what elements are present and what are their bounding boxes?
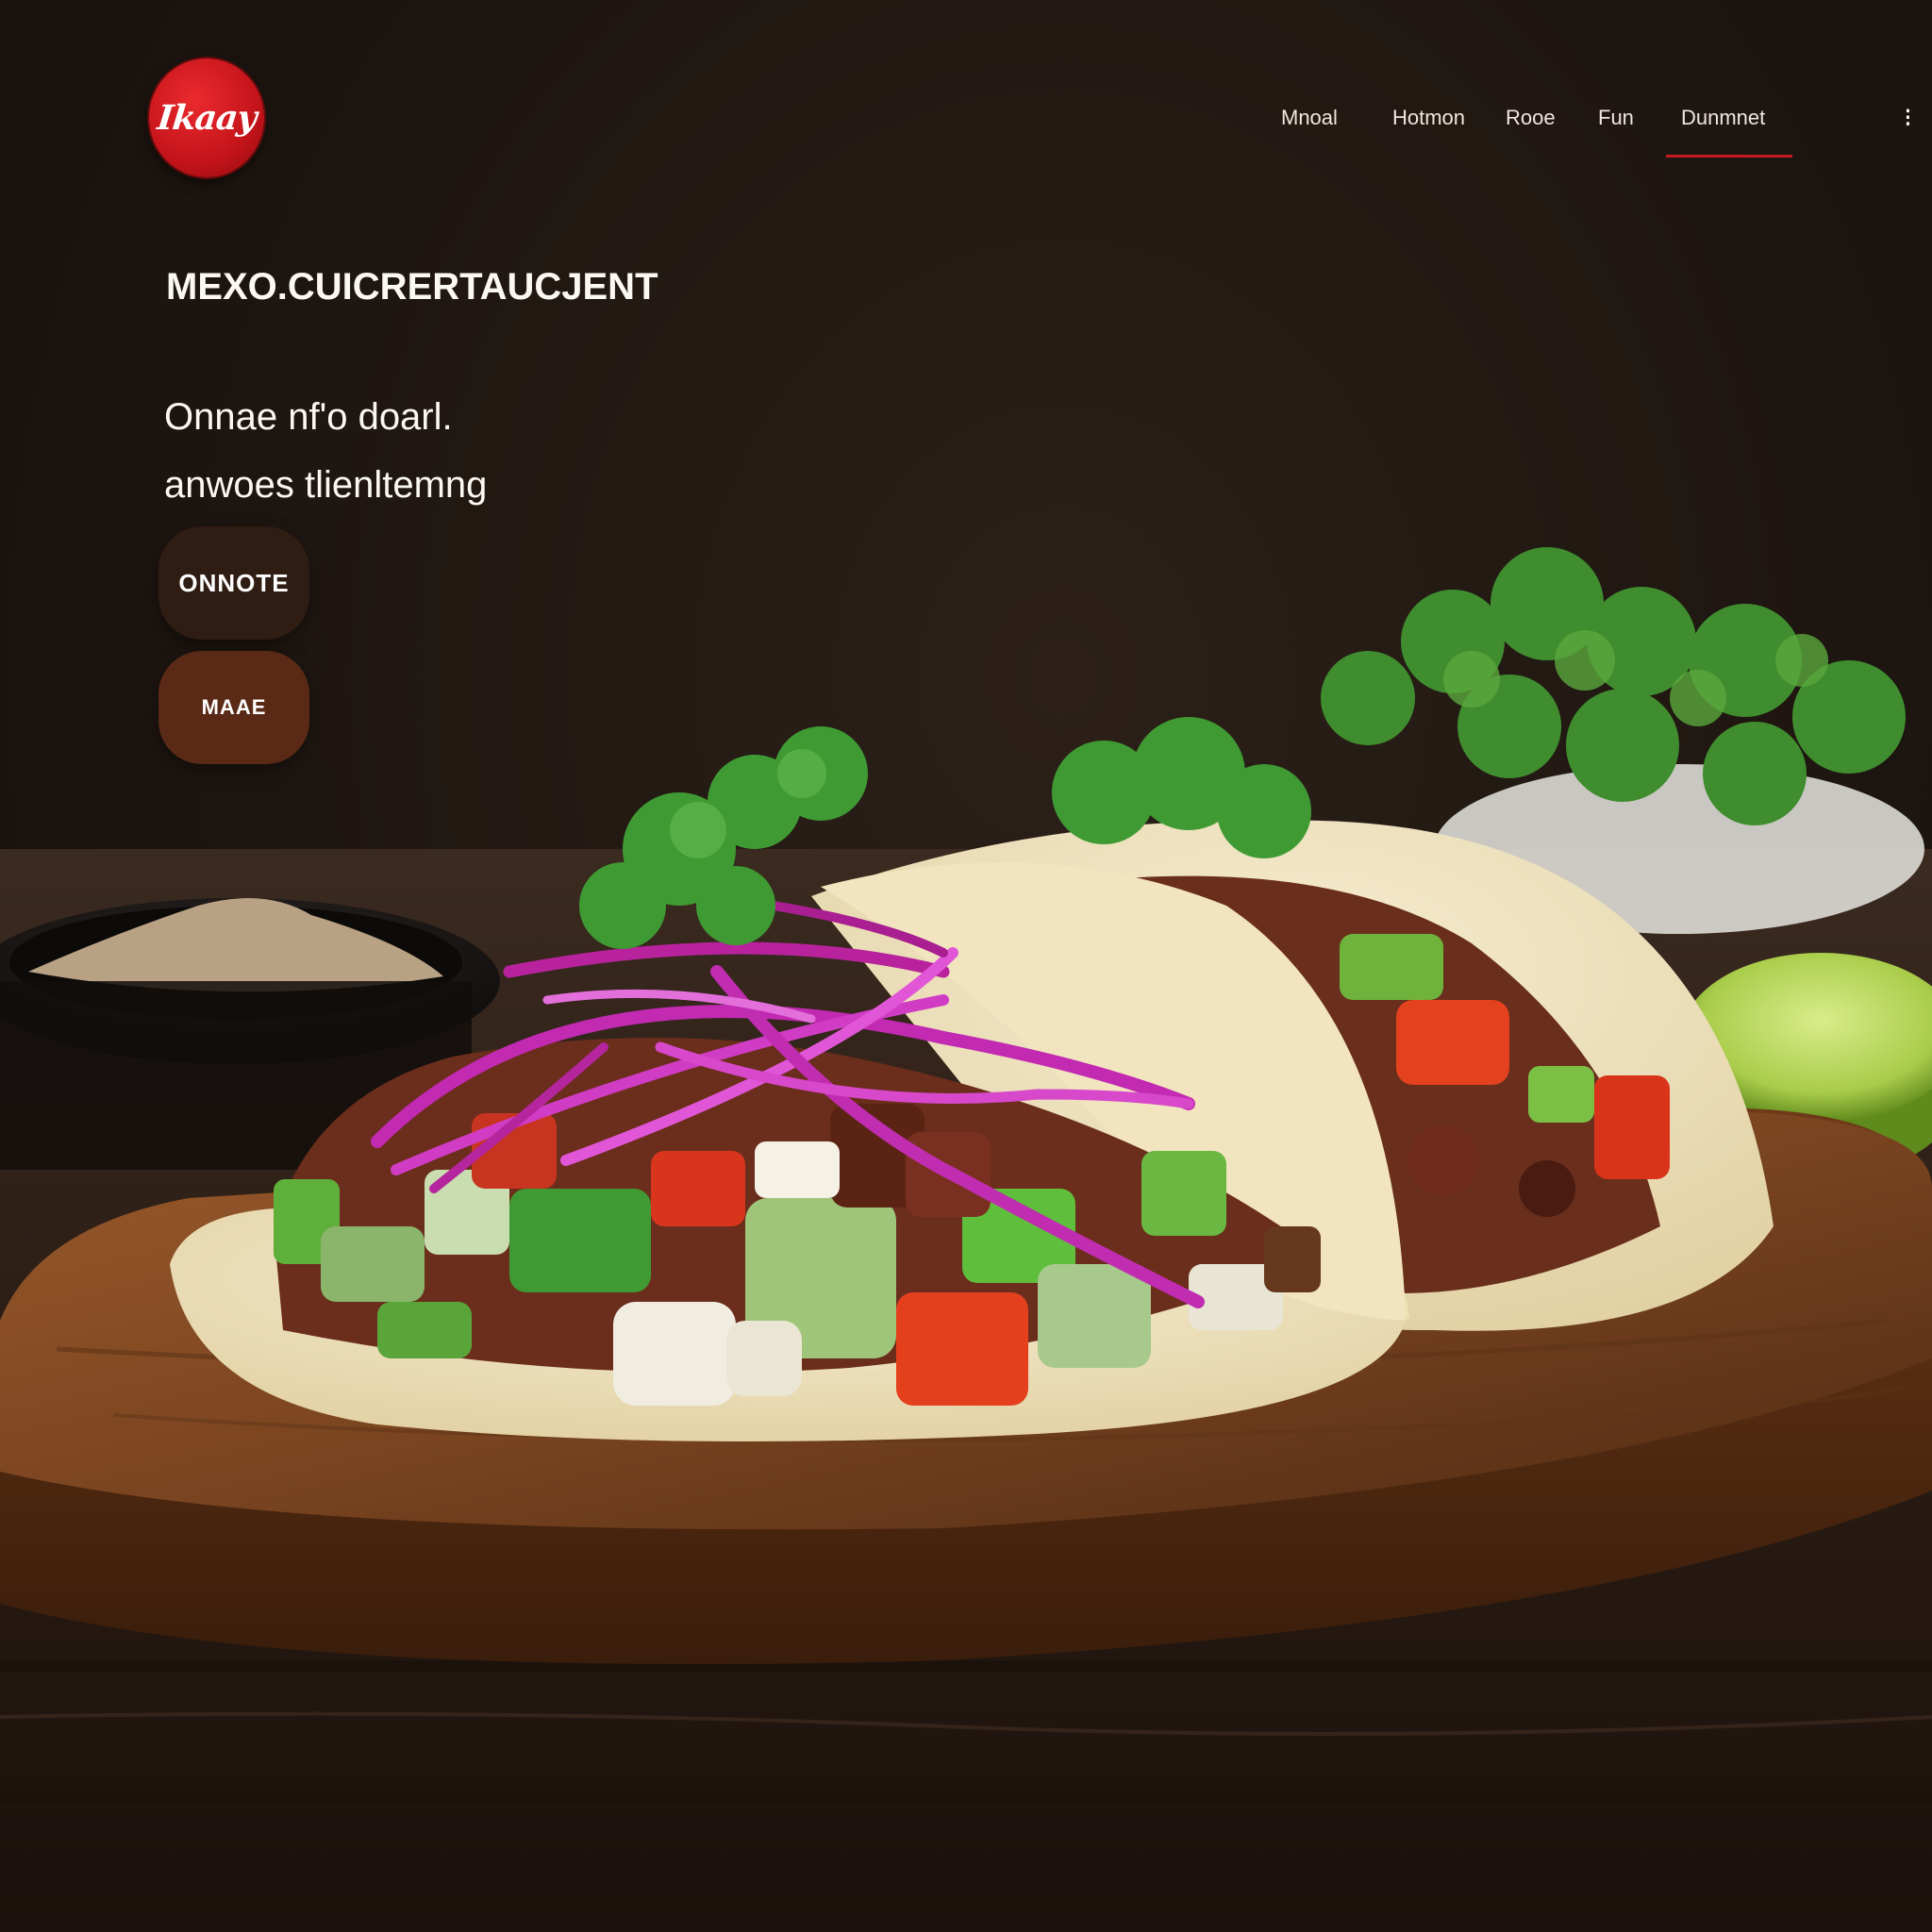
main-nav: Mnoal Hotmon Rooe Fun Dunmnet	[0, 106, 1932, 162]
nav-item-2[interactable]: Hotmon	[1392, 106, 1465, 130]
secondary-cta-button[interactable]: MAAE	[158, 651, 309, 764]
nav-item-5-active[interactable]: Dunmnet	[1681, 106, 1765, 130]
nav-item-1[interactable]: Mnoal	[1281, 106, 1338, 130]
tagline-line-2: anwoes tlienltemng	[164, 464, 488, 506]
nav-item-4[interactable]: Fun	[1598, 106, 1634, 130]
active-nav-indicator	[1666, 155, 1792, 158]
nav-item-3[interactable]: Rooe	[1506, 106, 1556, 130]
more-menu-icon[interactable]: ⁝	[1904, 102, 1912, 133]
primary-cta-button[interactable]: ONNOTE	[158, 526, 309, 640]
landing-page: Ikaay Mnoal Hotmon Rooe Fun Dunmnet ⁝ ME…	[0, 0, 1932, 1932]
tagline-line-1: Onnae nf'o doarl.	[164, 396, 453, 438]
hero-title: MEXO.CUICRERTAUCJENT	[166, 266, 658, 308]
site-header: Ikaay Mnoal Hotmon Rooe Fun Dunmnet ⁝	[0, 0, 1932, 189]
hero-tagline: Onnae nf'o doarl. anwoes tlienltemng	[164, 383, 487, 519]
